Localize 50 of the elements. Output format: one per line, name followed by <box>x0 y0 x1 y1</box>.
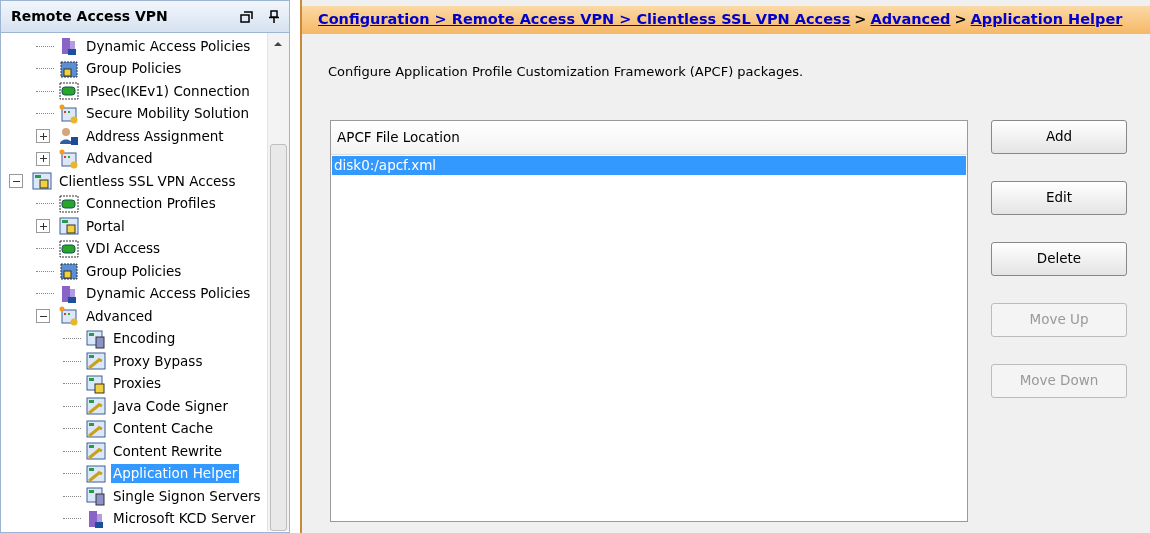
scroll-up-icon[interactable] <box>274 41 282 46</box>
breadcrumb-separator: > <box>853 10 868 30</box>
breadcrumb-separator: > <box>953 10 968 30</box>
group-icon <box>59 58 79 79</box>
tree-item[interactable]: Single Signon Servers <box>111 486 263 506</box>
key-icon <box>86 441 106 462</box>
person-icon <box>59 126 79 147</box>
tree-item[interactable]: Secure Mobility Solution <box>84 104 251 124</box>
tree-item[interactable]: Microsoft KCD Server <box>111 509 258 529</box>
tree-item[interactable]: Advanced <box>84 149 155 169</box>
restore-icon[interactable] <box>240 10 253 23</box>
breadcrumb-link[interactable]: Application Helper <box>970 9 1123 31</box>
expand-toggle[interactable] <box>36 129 50 144</box>
pin-icon[interactable] <box>269 10 279 23</box>
key-icon <box>86 418 106 439</box>
tree-item[interactable]: Address Assignment <box>84 126 226 146</box>
panel-title: Remote Access VPN <box>11 7 168 26</box>
tree-item[interactable]: Connection Profiles <box>84 194 218 214</box>
group-icon <box>59 261 79 282</box>
tree-item[interactable]: Clientless SSL VPN Access <box>57 171 238 191</box>
tree-item[interactable]: Group Policies <box>84 261 184 281</box>
tree-item[interactable]: IPsec(IKEv1) Connection <box>84 81 252 101</box>
tree-item[interactable]: Proxies <box>111 374 164 394</box>
tree-item[interactable]: Content Rewrite <box>111 441 224 461</box>
scrollbar[interactable] <box>267 33 289 531</box>
document-icon <box>86 328 106 349</box>
expand-toggle[interactable] <box>36 219 50 234</box>
tree-item[interactable]: Group Policies <box>84 59 184 79</box>
tree-item[interactable]: Proxy Bypass <box>111 351 205 371</box>
document-icon <box>86 486 106 507</box>
action-button[interactable]: Delete <box>991 241 1127 276</box>
key-icon <box>86 351 106 372</box>
action-button[interactable]: Add <box>991 119 1127 154</box>
tree-item[interactable]: Dynamic Access Policies <box>84 36 253 56</box>
tree-item[interactable]: Advanced <box>84 306 155 326</box>
tree-item[interactable]: Encoding <box>111 329 178 349</box>
tree-item[interactable]: Portal <box>84 216 127 236</box>
collapse-toggle[interactable] <box>9 174 23 189</box>
breadcrumb-link[interactable]: Configuration > Remote Access VPN > Clientless SSL VPN Access <box>318 9 851 31</box>
breadcrumb-link[interactable]: Advanced <box>870 9 951 31</box>
key-icon <box>86 463 106 484</box>
tree-item[interactable]: Java Code Signer <box>111 396 230 416</box>
key-icon <box>86 396 106 417</box>
description-text: Configure Application Profile Customization Framework (APCF) packages. <box>328 63 805 81</box>
tree-item[interactable]: VDI Access <box>84 239 163 259</box>
collapse-toggle[interactable] <box>36 309 50 324</box>
action-button[interactable]: Edit <box>991 180 1127 215</box>
expand-toggle[interactable] <box>36 151 50 166</box>
tree-item[interactable]: Dynamic Access Policies <box>84 284 253 304</box>
tree-item[interactable]: Content Cache <box>111 419 215 439</box>
